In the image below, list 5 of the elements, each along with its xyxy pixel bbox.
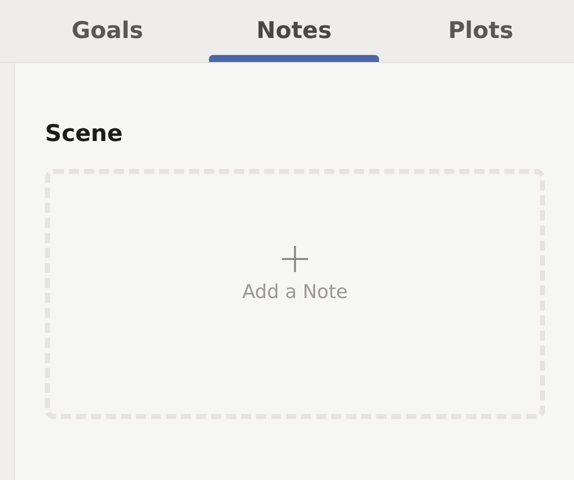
tab[interactable]: Notes [200,0,388,62]
section-title: Scene [45,121,124,147]
plus-icon [281,245,309,273]
tab[interactable]: Goals [14,0,201,62]
tab[interactable]: Plots [387,0,574,62]
